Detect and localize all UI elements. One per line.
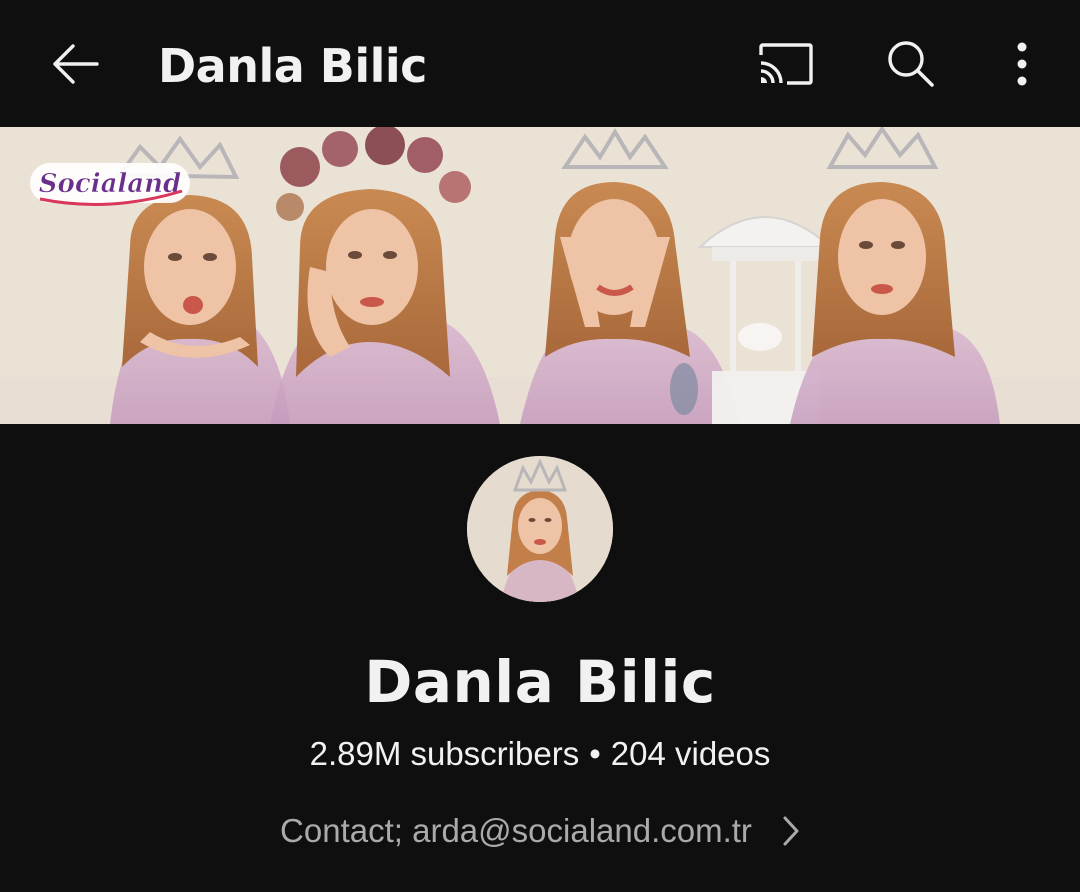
more-vert-icon — [1017, 42, 1027, 86]
banner-image: Socialand — [0, 127, 1080, 424]
channel-description-link[interactable]: Contact; arda@socialand.com.tr — [250, 806, 830, 856]
contact-text: Contact; arda@socialand.com.tr — [280, 812, 752, 849]
cast-icon — [759, 43, 813, 85]
channel-name: Danla Bilic — [364, 648, 716, 716]
page-title: Danla Bilic — [158, 39, 427, 93]
chevron-right-icon — [782, 815, 800, 847]
channel-avatar[interactable] — [467, 456, 613, 602]
video-count: 204 videos — [610, 735, 771, 772]
stats-separator: • — [589, 735, 601, 772]
top-app-bar: Danla Bilic — [0, 0, 1080, 127]
socialand-logo: Socialand — [30, 163, 190, 206]
search-icon — [888, 41, 934, 87]
subscriber-count: 2.89M subscribers — [309, 735, 580, 772]
svg-text:Socialand: Socialand — [39, 169, 181, 199]
back-button[interactable] — [40, 32, 110, 96]
more-options-button[interactable] — [994, 32, 1050, 96]
avatar-image — [467, 456, 613, 602]
arrow-left-icon — [53, 44, 99, 84]
search-button[interactable] — [876, 32, 946, 96]
channel-banner: Socialand — [0, 127, 1080, 424]
cast-button[interactable] — [748, 32, 824, 96]
channel-stats: 2.89M subscribers • 204 videos — [0, 732, 1080, 776]
